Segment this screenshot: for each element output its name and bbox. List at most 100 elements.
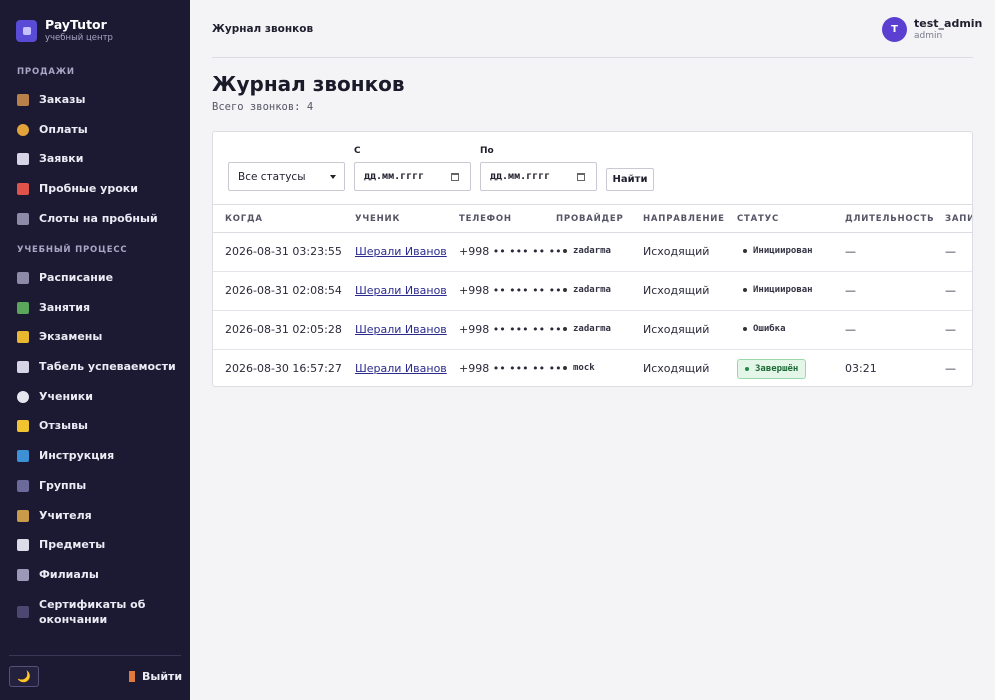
phone-number: +998 •• ••• •• •• <box>459 362 562 375</box>
sidebar-item-payments[interactable]: Оплаты <box>17 122 182 137</box>
calendar-icon[interactable] <box>451 173 459 181</box>
sidebar-item-label: Заказы <box>39 93 86 106</box>
moon-icon: 🌙 <box>17 670 31 683</box>
sidebar-item-label: Оплаты <box>39 123 88 136</box>
column-header-student: УЧЕНИК <box>355 214 401 224</box>
date-to-input[interactable]: дд.мм.гггг <box>480 162 597 191</box>
logout-button[interactable]: Выйти <box>129 670 182 683</box>
table-row: 2026-08-31 02:05:28 Шерали Иванов +998 •… <box>213 311 972 350</box>
page-title: Журнал звонков <box>212 72 405 96</box>
call-time: 2026-08-31 02:05:28 <box>225 323 342 336</box>
table-row: 2026-08-30 16:57:27 Шерали Иванов +998 •… <box>213 350 972 386</box>
provider-badge: zadarma <box>563 246 611 256</box>
call-record: — <box>945 245 956 258</box>
sidebar-item-trial-slots[interactable]: Слоты на пробный <box>17 211 182 226</box>
brand[interactable]: PayTutor учебный центр <box>16 17 113 44</box>
sidebar-item-instruction[interactable]: Инструкция <box>17 448 182 463</box>
star-icon <box>17 419 29 432</box>
user-menu[interactable]: T test_admin admin <box>882 17 982 42</box>
user-role: admin <box>914 31 943 41</box>
call-time: 2026-08-30 16:57:27 <box>225 362 342 375</box>
sidebar-item-progress-report[interactable]: Табель успеваемости <box>17 359 182 374</box>
sidebar-item-label: Сертификаты об окончании <box>39 598 146 626</box>
sidebar-item-label: Группы <box>39 479 87 492</box>
column-header-status: СТАТУС <box>737 214 780 224</box>
sidebar-item-label: Предметы <box>39 538 106 551</box>
brand-logo-icon <box>16 19 37 42</box>
sidebar: PayTutor учебный центр ПРОДАЖИ Заказы Оп… <box>0 0 190 700</box>
phone-number: +998 •• ••• •• •• <box>459 323 562 336</box>
column-header-when: КОГДА <box>225 214 263 224</box>
student-link[interactable]: Шерали Иванов <box>355 245 447 258</box>
phone-number: +998 •• ••• •• •• <box>459 284 562 297</box>
brand-name: PayTutor <box>45 17 107 32</box>
section-title-learning: УЧЕБНЫЙ ПРОЦЕСС <box>17 245 128 255</box>
people-icon <box>17 479 29 492</box>
trophy-icon <box>17 330 29 343</box>
sidebar-item-certificates[interactable]: Сертификаты об окончании <box>17 597 182 627</box>
calendar-icon[interactable] <box>577 173 585 181</box>
call-duration: — <box>845 284 856 297</box>
call-direction: Исходящий <box>643 245 710 258</box>
calls-count: Всего звонков: 4 <box>212 101 314 113</box>
student-link[interactable]: Шерали Иванов <box>355 284 447 297</box>
call-duration: — <box>845 323 856 336</box>
call-direction: Исходящий <box>643 362 710 375</box>
provider-badge: mock <box>563 363 595 373</box>
status-select-value: Все статусы <box>238 170 306 183</box>
calendar-icon <box>17 212 29 225</box>
status-badge: Ошибка <box>743 324 786 334</box>
date-from-input[interactable]: дд.мм.гггг <box>354 162 471 191</box>
sidebar-divider <box>9 655 181 656</box>
sidebar-item-teachers[interactable]: Учителя <box>17 508 182 523</box>
teacher-icon <box>17 509 29 522</box>
open-book-icon <box>17 538 29 551</box>
sidebar-item-label: Занятия <box>39 301 91 314</box>
books-icon <box>17 301 29 314</box>
table-row: 2026-08-31 02:08:54 Шерали Иванов +998 •… <box>213 272 972 311</box>
call-direction: Исходящий <box>643 284 710 297</box>
breadcrumb: Журнал звонков <box>212 23 314 35</box>
sidebar-item-exams[interactable]: Экзамены <box>17 329 182 344</box>
calls-card: Все статусы С дд.мм.гггг По дд.мм.гггг Н… <box>212 131 973 387</box>
status-select[interactable]: Все статусы <box>228 162 345 191</box>
door-icon <box>129 671 135 682</box>
graduation-cap-icon <box>17 606 29 618</box>
sidebar-item-requests[interactable]: Заявки <box>17 151 182 166</box>
chart-icon <box>17 360 29 373</box>
date-from-label: С <box>354 146 361 156</box>
sidebar-item-trial-lessons[interactable]: Пробные уроки <box>17 181 182 196</box>
date-from-placeholder: дд.мм.гггг <box>364 171 425 182</box>
call-record: — <box>945 284 956 297</box>
sidebar-item-students[interactable]: Ученики <box>17 389 182 404</box>
speech-bubble-icon <box>17 390 29 403</box>
sidebar-item-label: Учителя <box>39 509 92 522</box>
sidebar-item-branches[interactable]: Филиалы <box>17 567 182 582</box>
theme-toggle-button[interactable]: 🌙 <box>9 666 39 687</box>
sidebar-item-label: Табель успеваемости <box>39 360 176 373</box>
sidebar-item-reviews[interactable]: Отзывы <box>17 418 182 433</box>
column-header-provider: ПРОВАЙДЕР <box>556 214 624 224</box>
status-badge: Завершён <box>737 359 807 379</box>
sidebar-item-schedule[interactable]: Расписание <box>17 270 182 285</box>
sidebar-item-label: Пробные уроки <box>39 182 138 195</box>
sidebar-item-lessons[interactable]: Занятия <box>17 300 182 315</box>
student-link[interactable]: Шерали Иванов <box>355 323 447 336</box>
find-button[interactable]: Найти <box>606 168 654 191</box>
sidebar-item-label: Слоты на пробный <box>39 212 158 225</box>
sidebar-item-label: Инструкция <box>39 449 115 462</box>
column-header-duration: ДЛИТЕЛЬНОСТЬ <box>845 214 935 224</box>
call-duration: — <box>845 245 856 258</box>
call-direction: Исходящий <box>643 323 710 336</box>
phone-number: +998 •• ••• •• •• <box>459 245 562 258</box>
document-icon <box>17 152 29 165</box>
student-link[interactable]: Шерали Иванов <box>355 362 447 375</box>
user-name: test_admin <box>914 17 983 30</box>
table-header: КОГДА УЧЕНИК ТЕЛЕФОН ПРОВАЙДЕР НАПРАВЛЕН… <box>213 204 972 233</box>
sidebar-item-groups[interactable]: Группы <box>17 478 182 493</box>
book-icon <box>17 449 29 462</box>
brand-subtitle: учебный центр <box>45 33 113 43</box>
sidebar-item-subjects[interactable]: Предметы <box>17 537 182 552</box>
call-record: — <box>945 323 956 336</box>
sidebar-item-orders[interactable]: Заказы <box>17 92 182 107</box>
